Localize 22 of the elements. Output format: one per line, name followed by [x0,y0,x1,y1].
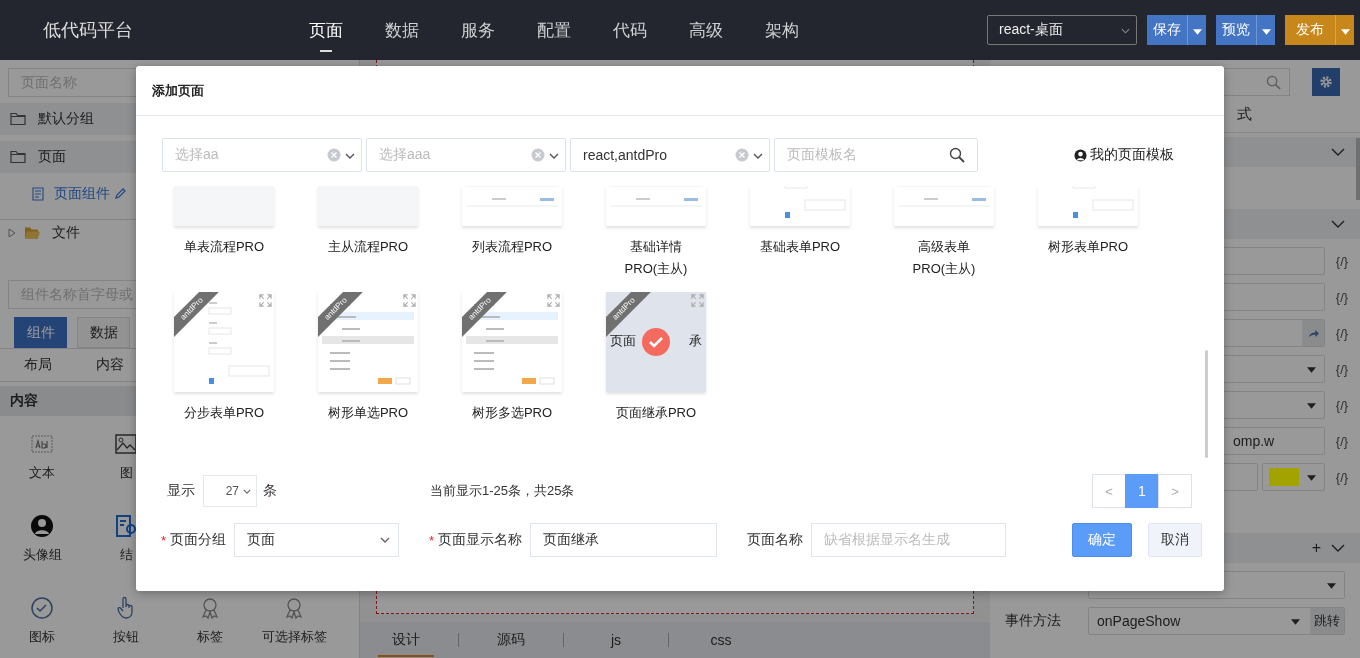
field-label: 事件方法 [1005,612,1062,630]
template-name: 单表流程PRO [183,238,265,256]
pagination-summary: 当前显示1-25条，共25条 [430,482,575,500]
template-name: 树形表单PRO [1047,238,1129,256]
page-size-label: 显示 [167,482,195,500]
field-label: 页面显示名称 [438,531,523,549]
template-name: 树形多选PRO [471,404,553,422]
dialog-title: 添加页面 [152,81,204,100]
template-name: 列表流程PRO [471,238,553,256]
field-label: 页面名称 [747,531,804,549]
preview-text: 页面 [610,332,636,350]
template-name: 主从流程PRO [327,238,409,256]
template-name: 基础详情 PRO(主从) [624,238,688,278]
template-name: 基础表单PRO [759,238,841,256]
field-label: 页面分组 [170,531,227,549]
preview-text: 承 [689,332,702,350]
template-name: 高级表单 PRO(主从) [912,238,976,278]
template-name: 页面继承PRO [615,404,697,422]
required-mark: * [429,532,435,548]
page-size-unit: 条 [263,482,277,500]
app-logo-text: 低代码平台 [43,19,134,42]
required-mark: * [161,532,167,548]
